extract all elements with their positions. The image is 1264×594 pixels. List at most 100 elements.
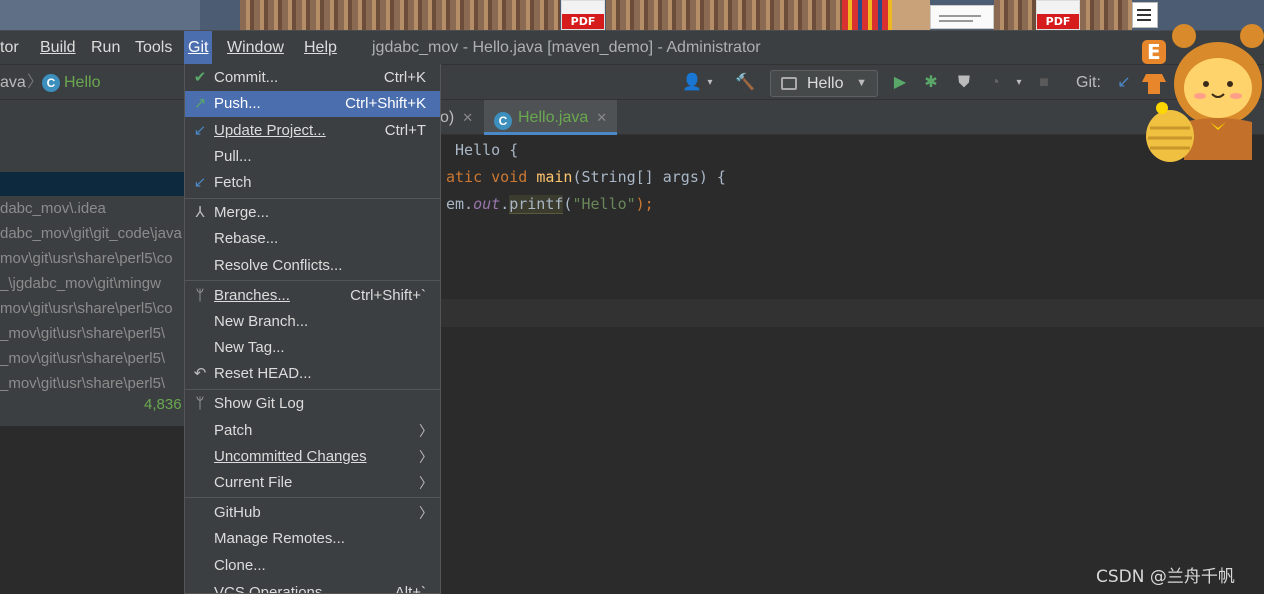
list-item[interactable]: _mov\git\usr\share\perl5\ [0, 371, 184, 396]
menu-item-manage-remotes[interactable]: Manage Remotes... [185, 526, 440, 552]
mascot-sticker: E [1142, 24, 1264, 162]
push-arrow-icon: ↗ [193, 95, 207, 112]
undo-icon: ↶ [193, 365, 207, 382]
fetch-icon: ↙ [193, 174, 207, 191]
close-icon[interactable]: ✕ [596, 110, 607, 125]
code-editor[interactable]: Hello { atic void main(String[] args) { … [440, 135, 1264, 594]
list-item[interactable]: _mov\git\usr\share\perl5\ [0, 346, 184, 371]
class-icon: C [494, 112, 512, 130]
menu-tools-label: Tools [135, 39, 173, 56]
menu-item-fetch[interactable]: ↙ Fetch [185, 170, 440, 196]
menu-item-commit[interactable]: ✔ Commit... Ctrl+K [185, 65, 440, 91]
menu-item-rebase[interactable]: Rebase... [185, 226, 440, 252]
desktop-wallpaper [0, 0, 200, 30]
document-thumbnail[interactable] [930, 5, 994, 29]
list-item[interactable]: dabc_mov\.idea [0, 196, 184, 221]
menu-item-pull[interactable]: Pull... [185, 144, 440, 170]
honey-pot-icon [1146, 110, 1194, 162]
tab-label: o) [440, 109, 455, 126]
application-icon [781, 77, 797, 90]
menu-item-new-branch[interactable]: New Branch... [185, 309, 440, 335]
menu-git[interactable]: Git [184, 31, 213, 65]
stop-icon[interactable]: ■ [1034, 73, 1054, 93]
chevron-right-icon: 〉 [419, 505, 433, 521]
desktop-wallpaper [892, 0, 930, 30]
update-arrow-icon: ↙ [193, 122, 207, 139]
menu-item-resolve-conflicts[interactable]: Resolve Conflicts... [185, 253, 440, 279]
menu-window[interactable]: Window [227, 31, 284, 65]
mascot-face [1184, 58, 1252, 118]
menu-item-clone[interactable]: Clone... [185, 553, 440, 579]
menu-separator [185, 280, 440, 281]
git-menu-dropdown: ✔ Commit... Ctrl+K ↗ Push... Ctrl+Shift+… [184, 64, 441, 594]
menu-item-patch[interactable]: Patch 〉 [185, 418, 440, 444]
menu-run[interactable]: Run [91, 31, 120, 65]
menu-separator [185, 198, 440, 199]
desktop-bookshelf-image [240, 0, 560, 30]
check-icon: ✔ [193, 69, 207, 86]
git-update-icon[interactable]: ↙ [1114, 73, 1134, 93]
list-item[interactable]: mov\git\usr\share\perl5\co [0, 246, 184, 271]
pdf-file-icon[interactable]: PDF [561, 0, 605, 30]
menu-item-reset-head[interactable]: ↶ Reset HEAD... [185, 361, 440, 387]
menu-help[interactable]: Help [304, 31, 337, 65]
menu-build-label: Build [40, 39, 76, 56]
tab-previous[interactable]: o) ✕ [440, 100, 473, 135]
profile-icon[interactable]: ◔ [985, 73, 1005, 93]
empty-area [0, 426, 184, 594]
menu-run-label: Run [91, 39, 121, 56]
list-item[interactable]: _\jgdabc_mov\git\mingw [0, 271, 184, 296]
menu-help-label: Help [304, 39, 337, 56]
menu-item-branches[interactable]: ᛘ Branches... Ctrl+Shift+` [185, 283, 440, 309]
branch-icon: ᛘ [195, 287, 205, 304]
chevron-down-icon[interactable]: ▾ [700, 73, 720, 93]
badge-letter: E [1147, 40, 1161, 64]
menu-item-update-project[interactable]: ↙ Update Project... Ctrl+T [185, 118, 440, 144]
menu-item-push[interactable]: ↗ Push... Ctrl+Shift+K [185, 91, 440, 117]
user-icon[interactable]: 👤 [682, 73, 702, 93]
menu-build[interactable]: Build [40, 31, 76, 65]
chevron-right-icon: 〉 [419, 423, 433, 439]
menu-editor[interactable]: tor [0, 31, 19, 65]
debug-bug-icon[interactable]: ✱ [921, 73, 941, 93]
run-configuration-select[interactable]: Hello ▼ [770, 70, 878, 97]
menu-item-show-git-log[interactable]: ᛘ Show Git Log [185, 391, 440, 417]
breadcrumb-class[interactable]: Hello [64, 65, 100, 101]
menu-item-github[interactable]: GitHub 〉 [185, 500, 440, 526]
menu-tools[interactable]: Tools [135, 31, 172, 65]
pdf-file-icon[interactable]: PDF [1036, 0, 1080, 30]
desktop-bookshelf-image [1080, 0, 1132, 30]
menu-item-current-file[interactable]: Current File 〉 [185, 470, 440, 496]
coverage-shield-icon[interactable]: ⛊ [954, 73, 974, 93]
menu-item-new-tag[interactable]: New Tag... [185, 335, 440, 361]
pdf-label: PDF [562, 14, 604, 29]
pdf-label: PDF [1037, 14, 1079, 29]
build-hammer-icon[interactable]: 🔨 [735, 73, 755, 93]
list-item[interactable]: dabc_mov\git\git_code\java [0, 221, 184, 246]
chevron-down-icon: ▼ [856, 77, 867, 89]
close-icon[interactable]: ✕ [462, 110, 473, 125]
chevron-right-icon: 〉 [419, 449, 433, 465]
run-configuration-label: Hello [807, 75, 844, 92]
run-icon[interactable]: ▶ [890, 73, 910, 93]
menu-git-label: Git [188, 39, 209, 56]
window-title: jgdabc_mov - Hello.java [maven_demo] - A… [372, 39, 761, 56]
watermark-text: CSDN @兰舟千帆 [1096, 567, 1235, 587]
selected-row-highlight [0, 172, 184, 196]
menu-item-merge[interactable]: ⅄ Merge... [185, 200, 440, 226]
menu-bar: tor Build Run Tools Git Window Help jgda… [0, 30, 1264, 65]
chevron-down-icon[interactable]: ▾ [1009, 73, 1029, 93]
breadcrumb-chevron-icon: 〉 [27, 74, 44, 91]
class-icon: C [42, 74, 60, 92]
current-line-highlight [440, 299, 1264, 327]
menu-item-vcs-operations[interactable]: VCS Operations Alt+` [185, 580, 440, 593]
menu-separator [185, 389, 440, 390]
breadcrumb-package[interactable]: ava [0, 65, 26, 101]
list-item[interactable]: mov\git\usr\share\perl5\co [0, 296, 184, 321]
menu-separator [185, 497, 440, 498]
screen: PDF PDF tor Build Run Tools Git Window H… [0, 0, 1264, 594]
tab-hello-java[interactable]: C Hello.java ✕ [484, 100, 618, 135]
list-item[interactable]: _mov\git\usr\share\perl5\ [0, 321, 184, 346]
menu-item-uncommitted-changes[interactable]: Uncommitted Changes 〉 [185, 444, 440, 470]
books-icon[interactable] [842, 0, 892, 30]
